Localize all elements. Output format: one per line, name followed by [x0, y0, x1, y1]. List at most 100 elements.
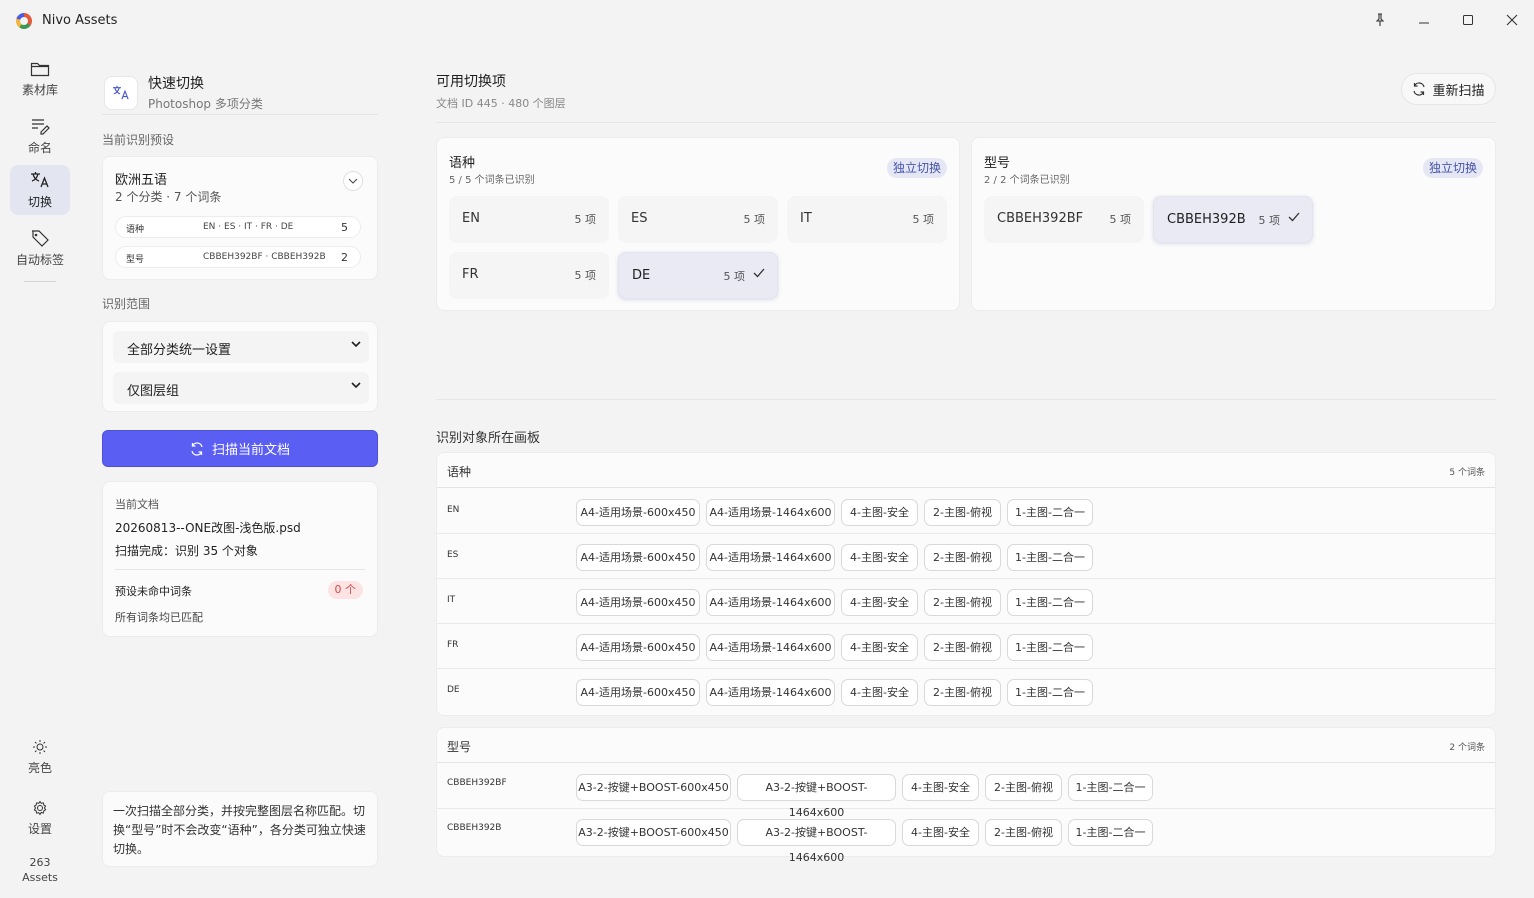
artboard-chip[interactable]: A3-2-按键+BOOST-600x450 — [576, 774, 731, 801]
chevron-down-icon[interactable] — [343, 171, 363, 191]
panel-subtitle: Photoshop 多项分类 — [148, 97, 263, 111]
refresh-icon — [191, 441, 203, 456]
option-de[interactable]: DE 5 项 — [618, 252, 778, 299]
rail-item-library[interactable]: 素材库 — [10, 54, 70, 104]
translate-icon — [104, 76, 138, 110]
scan-document-button[interactable]: 扫描当前文档 — [102, 430, 378, 467]
artboard-chip[interactable]: 4-主图-安全 — [841, 589, 918, 616]
artboard-chip[interactable]: 1-主图-二合一 — [1068, 774, 1153, 801]
current-doc-filename: 20260813--ONE改图-浅色版.psd — [115, 521, 301, 535]
table-row: FR A4-适用场景-600x450 A4-适用场景-1464x600 4-主图… — [437, 624, 1495, 669]
asset-count: 263 Assets — [22, 856, 58, 884]
option-it[interactable]: IT 5 项 — [787, 196, 947, 243]
artboard-chip[interactable]: 4-主图-安全 — [841, 499, 918, 526]
artboard-chip[interactable]: A4-适用场景-1464x600 — [706, 499, 835, 526]
unmatched-label: 预设未命中词条 — [115, 585, 192, 598]
artboard-chip[interactable]: 4-主图-安全 — [841, 544, 918, 571]
option-cbbeh392bf[interactable]: CBBEH392BF 5 项 — [984, 196, 1144, 243]
group-title: 型号 — [984, 156, 1011, 171]
artboard-chip[interactable]: 4-主图-安全 — [841, 679, 918, 706]
tip-text: 一次扫描全部分类，并按完整图层名称匹配。切换“型号”时不会改变“语种”，各分类可… — [113, 804, 366, 856]
artboard-chip[interactable]: A4-适用场景-600x450 — [576, 544, 700, 571]
chevron-down-icon — [351, 379, 361, 392]
app-logo-icon — [16, 13, 32, 29]
artboard-chip[interactable]: A4-适用场景-600x450 — [576, 679, 700, 706]
artboard-chip[interactable]: A3-2-按键+BOOST-600x450 — [576, 819, 731, 846]
theme-toggle[interactable]: 亮色 — [10, 732, 70, 782]
artboard-chip[interactable]: A3-2-按键+BOOST-1464x600 — [737, 819, 896, 864]
divider — [102, 114, 378, 115]
artboard-chip[interactable]: 1-主图-二合一 — [1068, 819, 1153, 846]
rail-label: 素材库 — [21, 82, 58, 97]
artboard-chip[interactable]: 2-主图-俯视 — [985, 774, 1062, 801]
nav-rail: 素材库 命名 切换 自动标签 亮色 设置 263 Assets — [0, 40, 80, 898]
artboard-chip[interactable]: A4-适用场景-1464x600 — [706, 589, 835, 616]
table-row: CBBEH392B A3-2-按键+BOOST-600x450 A3-2-按键+… — [437, 809, 1495, 864]
scope-section-label: 识别范围 — [102, 297, 151, 311]
rail-item-switch[interactable]: 切换 — [10, 165, 70, 215]
current-doc-card: 当前文档 20260813--ONE改图-浅色版.psd 扫描完成：识别 35 … — [102, 481, 378, 637]
artboard-chip[interactable]: 1-主图-二合一 — [1007, 544, 1093, 571]
artboard-table-language: 语种 5 个词条 EN A4-适用场景-600x450 A4-适用场景-1464… — [436, 452, 1496, 716]
independent-badge: 独立切换 — [886, 158, 947, 178]
artboard-chip[interactable]: 2-主图-俯视 — [924, 589, 1001, 616]
artboard-chip[interactable]: 4-主图-安全 — [841, 634, 918, 661]
close-icon[interactable] — [1498, 8, 1526, 32]
refresh-icon — [1413, 82, 1426, 96]
current-doc-label: 当前文档 — [115, 498, 159, 511]
artboard-chip[interactable]: 1-主图-二合一 — [1007, 499, 1093, 526]
artboard-chip[interactable]: 2-主图-俯视 — [985, 819, 1062, 846]
preset-card[interactable]: 欧洲五语 2 个分类 · 7 个词条 语种 EN · ES · IT · FR … — [102, 156, 378, 280]
artboard-chip[interactable]: A4-适用场景-600x450 — [576, 499, 700, 526]
settings-button[interactable]: 设置 — [10, 793, 70, 843]
group-status: 2 / 2 个词条已识别 — [984, 175, 1070, 186]
check-icon — [1288, 210, 1300, 226]
artboard-chip[interactable]: 1-主图-二合一 — [1007, 589, 1093, 616]
theme-label: 亮色 — [27, 760, 52, 775]
artboard-chip[interactable]: 2-主图-俯视 — [924, 544, 1001, 571]
artboard-chip[interactable]: 2-主图-俯视 — [924, 634, 1001, 661]
option-fr[interactable]: FR 5 项 — [449, 252, 609, 299]
layer-scope-select[interactable]: 仅图层组 — [113, 372, 369, 404]
unmatched-count-badge: 0 个 — [327, 581, 363, 599]
table-row: IT A4-适用场景-600x450 A4-适用场景-1464x600 4-主图… — [437, 579, 1495, 624]
title-bar: Nivo Assets — [0, 0, 1534, 40]
settings-label: 设置 — [27, 821, 52, 836]
translate-icon — [31, 171, 49, 187]
artboard-chip[interactable]: 1-主图-二合一 — [1007, 679, 1093, 706]
artboard-chip[interactable]: 2-主图-俯视 — [924, 499, 1001, 526]
artboard-chip[interactable]: A4-适用场景-600x450 — [576, 589, 700, 616]
gear-icon — [33, 800, 47, 815]
maximize-icon[interactable] — [1454, 8, 1482, 32]
scan-button-label: 扫描当前文档 — [211, 443, 290, 458]
rescan-label: 重新扫描 — [1432, 83, 1485, 99]
artboard-chip[interactable]: 4-主图-安全 — [902, 774, 979, 801]
category-scope-select[interactable]: 全部分类统一设置 — [113, 331, 369, 363]
table-header: 型号 2 个词条 — [437, 728, 1495, 763]
artboard-chip[interactable]: 2-主图-俯视 — [924, 679, 1001, 706]
artboard-chip[interactable]: A4-适用场景-1464x600 — [706, 679, 835, 706]
artboard-chip[interactable]: A3-2-按键+BOOST-1464x600 — [737, 774, 896, 819]
option-es[interactable]: ES 5 项 — [618, 196, 778, 243]
preset-row: 型号 CBBEH392BF · CBBEH392B 2 — [115, 246, 361, 268]
sun-icon — [33, 739, 47, 754]
pin-icon[interactable] — [1366, 8, 1394, 32]
artboard-chip[interactable]: 1-主图-二合一 — [1007, 634, 1093, 661]
independent-badge: 独立切换 — [1422, 158, 1483, 178]
rail-item-naming[interactable]: 命名 — [10, 111, 70, 161]
minimize-icon[interactable] — [1410, 8, 1438, 32]
rail-item-autotag[interactable]: 自动标签 — [10, 223, 70, 273]
option-en[interactable]: EN 5 项 — [449, 196, 609, 243]
table-row: CBBEH392BF A3-2-按键+BOOST-600x450 A3-2-按键… — [437, 764, 1495, 819]
option-cbbeh392b[interactable]: CBBEH392B 5 项 — [1153, 196, 1313, 243]
preset-name: 欧洲五语 — [115, 173, 168, 188]
artboard-chip[interactable]: A4-适用场景-600x450 — [576, 634, 700, 661]
group-status: 5 / 5 个词条已识别 — [449, 175, 535, 186]
rescan-button[interactable]: 重新扫描 — [1401, 73, 1496, 105]
artboard-chip[interactable]: A4-适用场景-1464x600 — [706, 544, 835, 571]
scan-status: 扫描完成：识别 35 个对象 — [115, 544, 258, 558]
folder-icon — [30, 62, 50, 76]
artboard-chip[interactable]: A4-适用场景-1464x600 — [706, 634, 835, 661]
artboard-chip[interactable]: 4-主图-安全 — [902, 819, 979, 846]
chevron-down-icon — [351, 338, 361, 351]
